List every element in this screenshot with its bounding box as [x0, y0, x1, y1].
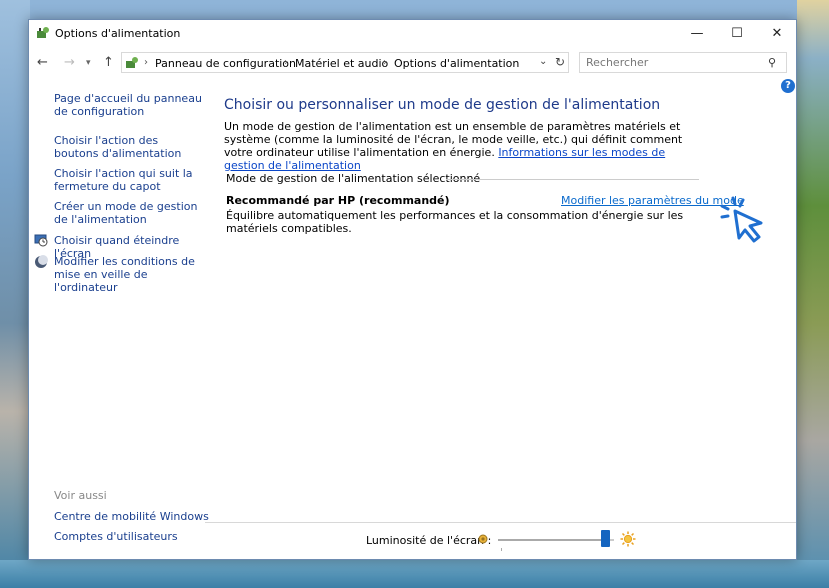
brightness-high-icon — [620, 531, 636, 547]
search-input[interactable] — [586, 55, 756, 70]
back-button[interactable]: ← — [37, 55, 48, 70]
brightness-slider-track[interactable] — [498, 539, 614, 541]
sidebar-item-create-plan[interactable]: Créer un mode de gestion de l'alimentati… — [54, 200, 204, 226]
change-plan-settings-link[interactable]: Modifier les paramètres du mode — [561, 194, 744, 207]
refresh-icon[interactable]: ↻ — [555, 55, 565, 69]
sidebar-item-mobility-center[interactable]: Centre de mobilité Windows — [54, 510, 209, 523]
breadcrumb-power-options[interactable]: Options d'alimentation — [394, 57, 519, 70]
window-title: Options d'alimentation — [55, 27, 181, 40]
breadcrumb-separator: › — [284, 57, 288, 68]
address-dropdown-icon[interactable]: ⌄ — [539, 56, 547, 67]
moon-icon — [35, 255, 48, 268]
sidebar-item-power-buttons[interactable]: Choisir l'action des boutons d'alimentat… — [54, 134, 204, 160]
power-options-window: Options d'alimentation — ☐ ✕ ← → ▾ ↑ › P… — [28, 19, 797, 560]
brightness-label: Luminosité de l'écran : — [366, 534, 492, 547]
search-box: ⚲ — [579, 52, 787, 73]
plan-description: Équilibre automatiquement les performanc… — [226, 209, 684, 235]
up-button[interactable]: ↑ — [103, 55, 114, 70]
breadcrumb[interactable]: › Panneau de configuration › Matériel et… — [121, 52, 569, 73]
page-description: Un mode de gestion de l'alimentation est… — [224, 120, 704, 172]
breadcrumb-separator: › — [144, 57, 148, 68]
desktop-background-left — [0, 0, 30, 588]
breadcrumb-separator: › — [383, 57, 387, 68]
minimize-button[interactable]: — — [677, 20, 717, 48]
sidebar-item-sleep-settings[interactable]: Modifier les conditions de mise en veill… — [54, 255, 204, 294]
forward-button[interactable]: → — [64, 55, 75, 70]
search-icon[interactable]: ⚲ — [768, 56, 776, 69]
brightness-low-icon — [478, 534, 488, 544]
recent-locations-button[interactable]: ▾ — [86, 58, 91, 68]
section-divider — [446, 179, 699, 180]
address-bar: ← → ▾ ↑ › Panneau de configuration › Mat… — [29, 48, 796, 78]
sidebar: Page d'accueil du panneau de configurati… — [29, 78, 214, 559]
breadcrumb-hardware-sound[interactable]: Matériel et audio — [295, 57, 388, 70]
page-title: Choisir ou personnaliser un mode de gest… — [224, 97, 661, 113]
help-icon[interactable]: ? — [781, 79, 795, 93]
desktop-background-bottom — [0, 560, 829, 588]
title-bar[interactable]: Options d'alimentation — ☐ ✕ — [29, 20, 796, 48]
brightness-slider-fill — [498, 539, 606, 541]
power-options-icon — [37, 27, 49, 38]
close-button[interactable]: ✕ — [757, 20, 797, 48]
plan-name: Recommandé par HP (recommandé) — [226, 194, 450, 207]
sidebar-item-lid-close[interactable]: Choisir l'action qui suit la fermeture d… — [54, 167, 204, 193]
bottom-divider — [205, 522, 796, 523]
monitor-clock-icon — [34, 234, 48, 247]
desktop-background-right — [797, 0, 829, 588]
see-also-heading: Voir aussi — [54, 489, 107, 502]
brightness-slider-thumb[interactable] — [601, 530, 610, 547]
brightness-slider-tick — [501, 548, 502, 551]
breadcrumb-control-panel[interactable]: Panneau de configuration — [155, 57, 296, 70]
sidebar-item-user-accounts[interactable]: Comptes d'utilisateurs — [54, 530, 178, 543]
control-panel-icon — [126, 57, 138, 68]
click-cursor-icon — [720, 196, 763, 243]
selected-plan-heading: Mode de gestion de l'alimentation sélect… — [226, 172, 481, 185]
sidebar-item-control-panel-home[interactable]: Page d'accueil du panneau de configurati… — [54, 92, 204, 118]
maximize-button[interactable]: ☐ — [717, 20, 757, 48]
